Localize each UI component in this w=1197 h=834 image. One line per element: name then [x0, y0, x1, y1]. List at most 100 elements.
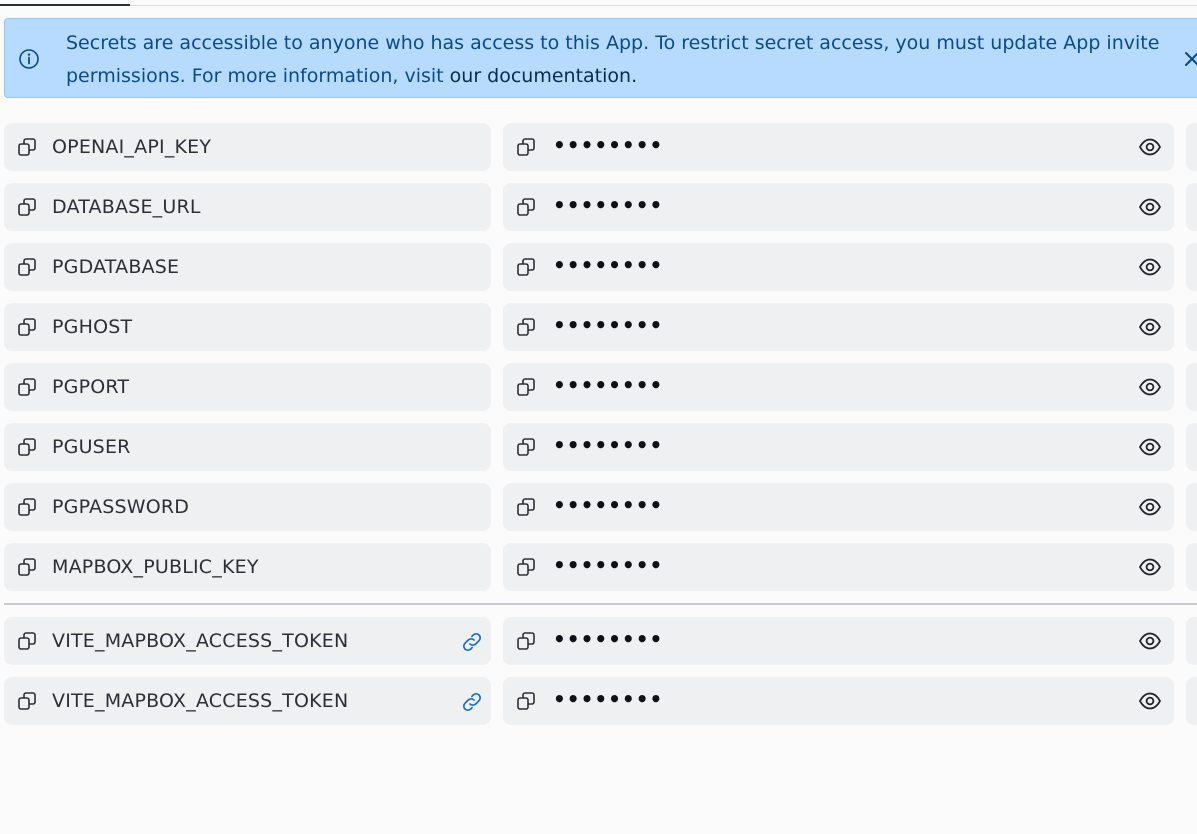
secret-key-field[interactable]: PGDATABASE [4, 243, 491, 291]
secret-masked-value: •••••••• [553, 493, 664, 517]
copy-icon[interactable] [515, 690, 537, 712]
secret-value-field[interactable]: •••••••• [503, 677, 1174, 725]
secret-key-field[interactable]: OPENAI_API_KEY [4, 123, 491, 171]
copy-icon[interactable] [16, 630, 38, 652]
copy-icon[interactable] [515, 136, 537, 158]
eye-icon[interactable] [1137, 495, 1163, 519]
secret-value-field[interactable]: •••••••• [503, 123, 1174, 171]
copy-icon[interactable] [515, 496, 537, 518]
secret-key-label: DATABASE_URL [52, 196, 201, 218]
tab-bar-rule [0, 5, 1197, 6]
row-actions-edge[interactable] [1186, 483, 1197, 531]
row-actions-edge[interactable] [1186, 617, 1197, 665]
copy-icon[interactable] [16, 136, 38, 158]
copy-icon[interactable] [16, 690, 38, 712]
secret-value-field[interactable]: •••••••• [503, 543, 1174, 591]
active-tab-indicator [0, 4, 130, 6]
secret-value-field[interactable]: •••••••• [503, 617, 1174, 665]
secret-value-field[interactable]: •••••••• [503, 363, 1174, 411]
secret-value-field[interactable]: •••••••• [503, 243, 1174, 291]
secret-value-field[interactable]: •••••••• [503, 483, 1174, 531]
copy-icon[interactable] [16, 196, 38, 218]
secret-key-label: PGHOST [52, 316, 133, 338]
secret-row: PGHOST •••••••• [0, 303, 1197, 351]
section-divider [4, 603, 1197, 605]
secret-row: PGPASSWORD •••••••• [0, 483, 1197, 531]
eye-icon[interactable] [1137, 555, 1163, 579]
secret-key-field[interactable]: DATABASE_URL [4, 183, 491, 231]
close-icon[interactable] [1182, 49, 1197, 69]
secret-key-field[interactable]: VITE_MAPBOX_ACCESS_TOKEN [4, 617, 491, 665]
eye-icon[interactable] [1137, 195, 1163, 219]
secret-key-field[interactable]: PGPORT [4, 363, 491, 411]
secret-masked-value: •••••••• [553, 687, 664, 711]
copy-icon[interactable] [16, 256, 38, 278]
secret-key-label: VITE_MAPBOX_ACCESS_TOKEN [52, 630, 349, 652]
secret-value-field[interactable]: •••••••• [503, 423, 1174, 471]
eye-icon[interactable] [1137, 375, 1163, 399]
secret-key-label: MAPBOX_PUBLIC_KEY [52, 556, 259, 578]
row-actions-edge[interactable] [1186, 183, 1197, 231]
eye-icon[interactable] [1137, 629, 1163, 653]
secret-value-field[interactable]: •••••••• [503, 303, 1174, 351]
info-icon [19, 49, 39, 69]
secret-row: PGPORT •••••••• [0, 363, 1197, 411]
secret-masked-value: •••••••• [553, 253, 664, 277]
secret-row: PGUSER •••••••• [0, 423, 1197, 471]
row-actions-edge[interactable] [1186, 243, 1197, 291]
link-icon[interactable] [460, 690, 484, 714]
copy-icon[interactable] [515, 316, 537, 338]
secret-key-field[interactable]: VITE_MAPBOX_ACCESS_TOKEN [4, 677, 491, 725]
row-actions-edge[interactable] [1186, 363, 1197, 411]
secret-masked-value: •••••••• [553, 373, 664, 397]
secret-value-field[interactable]: •••••••• [503, 183, 1174, 231]
copy-icon[interactable] [16, 556, 38, 578]
eye-icon[interactable] [1137, 255, 1163, 279]
secret-key-label: PGDATABASE [52, 256, 180, 278]
row-actions-edge[interactable] [1186, 303, 1197, 351]
secret-masked-value: •••••••• [553, 133, 664, 157]
copy-icon[interactable] [515, 630, 537, 652]
documentation-link[interactable]: our documentation. [450, 65, 637, 87]
secret-masked-value: •••••••• [553, 553, 664, 577]
secret-key-field[interactable]: PGPASSWORD [4, 483, 491, 531]
secret-key-field[interactable]: PGHOST [4, 303, 491, 351]
secret-key-label: PGPORT [52, 376, 130, 398]
copy-icon[interactable] [515, 196, 537, 218]
copy-icon[interactable] [16, 316, 38, 338]
secret-key-field[interactable]: MAPBOX_PUBLIC_KEY [4, 543, 491, 591]
secret-masked-value: •••••••• [553, 433, 664, 457]
secret-row: VITE_MAPBOX_ACCESS_TOKEN •••••••• [0, 617, 1197, 665]
eye-icon[interactable] [1137, 689, 1163, 713]
row-actions-edge[interactable] [1186, 423, 1197, 471]
secret-key-label: PGPASSWORD [52, 496, 190, 518]
secret-row: OPENAI_API_KEY •••••••• [0, 123, 1197, 171]
eye-icon[interactable] [1137, 435, 1163, 459]
info-banner: Secrets are accessible to anyone who has… [4, 18, 1197, 98]
secret-masked-value: •••••••• [553, 313, 664, 337]
secret-key-label: PGUSER [52, 436, 131, 458]
secret-row: DATABASE_URL •••••••• [0, 183, 1197, 231]
link-icon[interactable] [460, 630, 484, 654]
secret-row: VITE_MAPBOX_ACCESS_TOKEN •••••••• [0, 677, 1197, 725]
eye-icon[interactable] [1137, 315, 1163, 339]
secret-key-label: VITE_MAPBOX_ACCESS_TOKEN [52, 690, 349, 712]
secret-masked-value: •••••••• [553, 193, 664, 217]
row-actions-edge[interactable] [1186, 543, 1197, 591]
secret-key-label: OPENAI_API_KEY [52, 136, 212, 158]
secret-row: MAPBOX_PUBLIC_KEY •••••••• [0, 543, 1197, 591]
secret-key-field[interactable]: PGUSER [4, 423, 491, 471]
copy-icon[interactable] [16, 496, 38, 518]
copy-icon[interactable] [515, 556, 537, 578]
banner-message: Secrets are accessible to anyone who has… [66, 27, 1166, 93]
eye-icon[interactable] [1137, 135, 1163, 159]
secret-masked-value: •••••••• [553, 627, 664, 651]
copy-icon[interactable] [16, 376, 38, 398]
secret-row: PGDATABASE •••••••• [0, 243, 1197, 291]
copy-icon[interactable] [515, 256, 537, 278]
copy-icon[interactable] [16, 436, 38, 458]
copy-icon[interactable] [515, 436, 537, 458]
copy-icon[interactable] [515, 376, 537, 398]
row-actions-edge[interactable] [1186, 677, 1197, 725]
row-actions-edge[interactable] [1186, 123, 1197, 171]
